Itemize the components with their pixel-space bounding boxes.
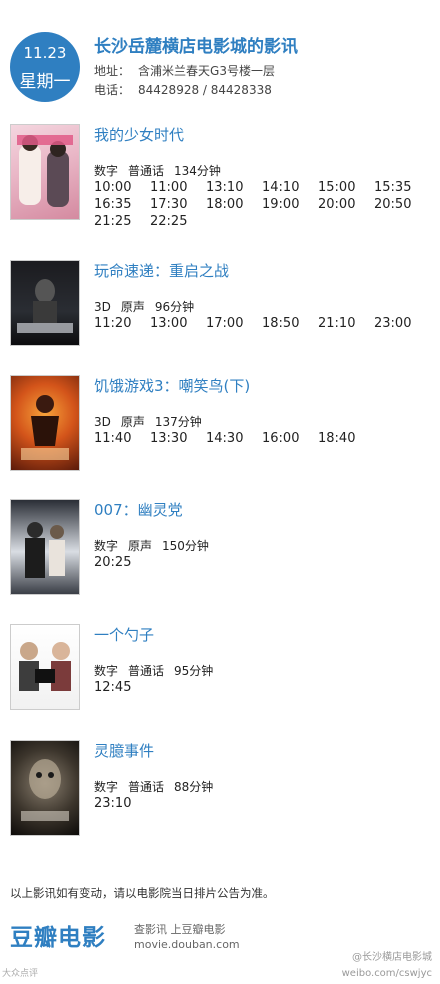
poster-art-icon xyxy=(17,279,73,333)
weibo-handle: @长沙横店电影城 xyxy=(352,952,432,963)
showtime[interactable]: 19:00 xyxy=(262,197,318,212)
showtime[interactable]: 15:00 xyxy=(318,180,374,195)
showtime[interactable]: 20:00 xyxy=(318,197,374,212)
movie-duration: 137分钟 xyxy=(154,415,202,429)
movie-title[interactable]: 我的少女时代 xyxy=(94,124,184,145)
movie-duration: 95分钟 xyxy=(174,664,214,678)
showtime[interactable]: 14:10 xyxy=(262,180,318,195)
poster-art-icon xyxy=(21,395,69,460)
movie-language: 原声 xyxy=(120,300,145,314)
movie-poster[interactable] xyxy=(10,499,80,595)
movie-format: 数字 xyxy=(94,164,119,178)
showtime[interactable]: 13:00 xyxy=(150,316,206,331)
phone-label: 电话： xyxy=(94,83,131,97)
date-text: 11.23 xyxy=(23,44,67,62)
showtime[interactable]: 21:10 xyxy=(318,316,374,331)
movie-format: 3D xyxy=(94,300,111,314)
showtimes-list: 12:45 xyxy=(94,680,429,695)
showtime[interactable]: 14:30 xyxy=(206,431,262,446)
showtimes-list: 10:00 11:00 13:10 14:10 15:00 15:35 16:3… xyxy=(94,180,429,229)
movie-title[interactable]: 一个勺子 xyxy=(94,624,154,645)
weibo-watermark: @长沙横店电影城 weibo.com/cswjyc xyxy=(342,950,432,982)
showtime[interactable]: 17:00 xyxy=(206,316,262,331)
movie-poster[interactable] xyxy=(10,124,80,220)
poster-art-icon xyxy=(25,522,65,578)
weekday-text: 星期一 xyxy=(19,72,71,92)
movie-format: 3D xyxy=(94,415,111,429)
cinema-phone: 电话： 84428928 / 84428338 xyxy=(94,81,272,98)
poster-art-icon xyxy=(17,135,73,207)
movie-language: 普通话 xyxy=(128,664,165,678)
movie-language: 原声 xyxy=(128,539,153,553)
showtime[interactable]: 23:00 xyxy=(374,316,430,331)
movie-meta: 3D 原声 137分钟 xyxy=(94,413,212,430)
movie-format: 数字 xyxy=(94,780,119,794)
showtimes-list: 11:40 13:30 14:30 16:00 18:40 xyxy=(94,431,429,446)
movie-language: 原声 xyxy=(120,415,145,429)
showtime[interactable]: 17:30 xyxy=(150,197,206,212)
weibo-url: weibo.com/cswjyc xyxy=(341,968,432,979)
address-value: 含浦米兰春天G3号楼一层 xyxy=(138,64,275,78)
movie-title[interactable]: 玩命速递：重启之战 xyxy=(94,260,229,281)
showtimes-list: 11:20 13:00 17:00 18:50 21:10 23:00 xyxy=(94,316,429,331)
movie-meta: 3D 原声 96分钟 xyxy=(94,298,204,315)
movie-poster[interactable] xyxy=(10,740,80,836)
douban-slogan: 查影讯 上豆瓣电影 xyxy=(134,923,226,936)
movie-language: 普通话 xyxy=(128,164,165,178)
cinema-header: 11.23 星期一 长沙岳麓横店电影城的影讯 地址： 含浦米兰春天G3号楼一层 电… xyxy=(0,0,440,110)
movie-poster[interactable] xyxy=(10,375,80,471)
showtime[interactable]: 11:20 xyxy=(94,316,150,331)
showtime[interactable]: 15:35 xyxy=(374,180,430,195)
showtime[interactable]: 23:10 xyxy=(94,796,150,811)
movie-duration: 134分钟 xyxy=(174,164,221,178)
movie-format: 数字 xyxy=(94,539,119,553)
schedule-note: 以上影讯如有变动，请以电影院当日排片公告为准。 xyxy=(10,886,275,900)
movie-duration: 88分钟 xyxy=(174,780,214,794)
cinema-address: 地址： 含浦米兰春天G3号楼一层 xyxy=(94,62,275,79)
movie-language: 普通话 xyxy=(128,780,165,794)
showtime[interactable]: 11:40 xyxy=(94,431,150,446)
showtime[interactable]: 16:00 xyxy=(262,431,318,446)
showtime[interactable]: 11:00 xyxy=(150,180,206,195)
showtimes-list: 20:25 xyxy=(94,555,429,570)
movie-duration: 96分钟 xyxy=(154,300,195,314)
showtime[interactable]: 10:00 xyxy=(94,180,150,195)
douban-url-link[interactable]: movie.douban.com xyxy=(134,938,240,951)
movie-duration: 150分钟 xyxy=(162,539,209,553)
showtime[interactable]: 20:50 xyxy=(374,197,430,212)
movie-format: 数字 xyxy=(94,664,119,678)
showtime[interactable]: 18:40 xyxy=(318,431,374,446)
movie-poster[interactable] xyxy=(10,624,80,710)
date-badge: 11.23 星期一 xyxy=(10,32,80,102)
movie-title[interactable]: 灵臆事件 xyxy=(94,740,154,761)
showtime[interactable]: 13:10 xyxy=(206,180,262,195)
movie-title[interactable]: 007：幽灵党 xyxy=(94,499,183,520)
showtime[interactable]: 13:30 xyxy=(150,431,206,446)
poster-art-icon xyxy=(21,759,69,821)
showtime[interactable]: 16:35 xyxy=(94,197,150,212)
movie-meta: 数字 普通话 95分钟 xyxy=(94,662,223,679)
movie-meta: 数字 原声 150分钟 xyxy=(94,537,219,554)
showtime[interactable]: 18:00 xyxy=(206,197,262,212)
showtime[interactable]: 22:25 xyxy=(150,214,206,229)
movie-meta: 数字 普通话 134分钟 xyxy=(94,162,231,179)
watermark-left: 大众点评 xyxy=(2,969,39,979)
cinema-name: 长沙岳麓横店电影城的影讯 xyxy=(94,37,298,57)
showtime[interactable]: 12:45 xyxy=(94,680,150,695)
movie-title[interactable]: 饥饿游戏3：嘲笑鸟(下) xyxy=(94,375,250,396)
douban-movie-logo[interactable]: 豆瓣电影 xyxy=(10,918,106,952)
address-label: 地址： xyxy=(94,64,131,78)
poster-art-icon xyxy=(19,642,71,691)
phone-value: 84428928 / 84428338 xyxy=(138,83,272,97)
movie-poster[interactable] xyxy=(10,260,80,346)
showtime[interactable]: 18:50 xyxy=(262,316,318,331)
showtimes-list: 23:10 xyxy=(94,796,429,811)
showtime[interactable]: 21:25 xyxy=(94,214,150,229)
movie-meta: 数字 普通话 88分钟 xyxy=(94,778,223,795)
showtime[interactable]: 20:25 xyxy=(94,555,150,570)
